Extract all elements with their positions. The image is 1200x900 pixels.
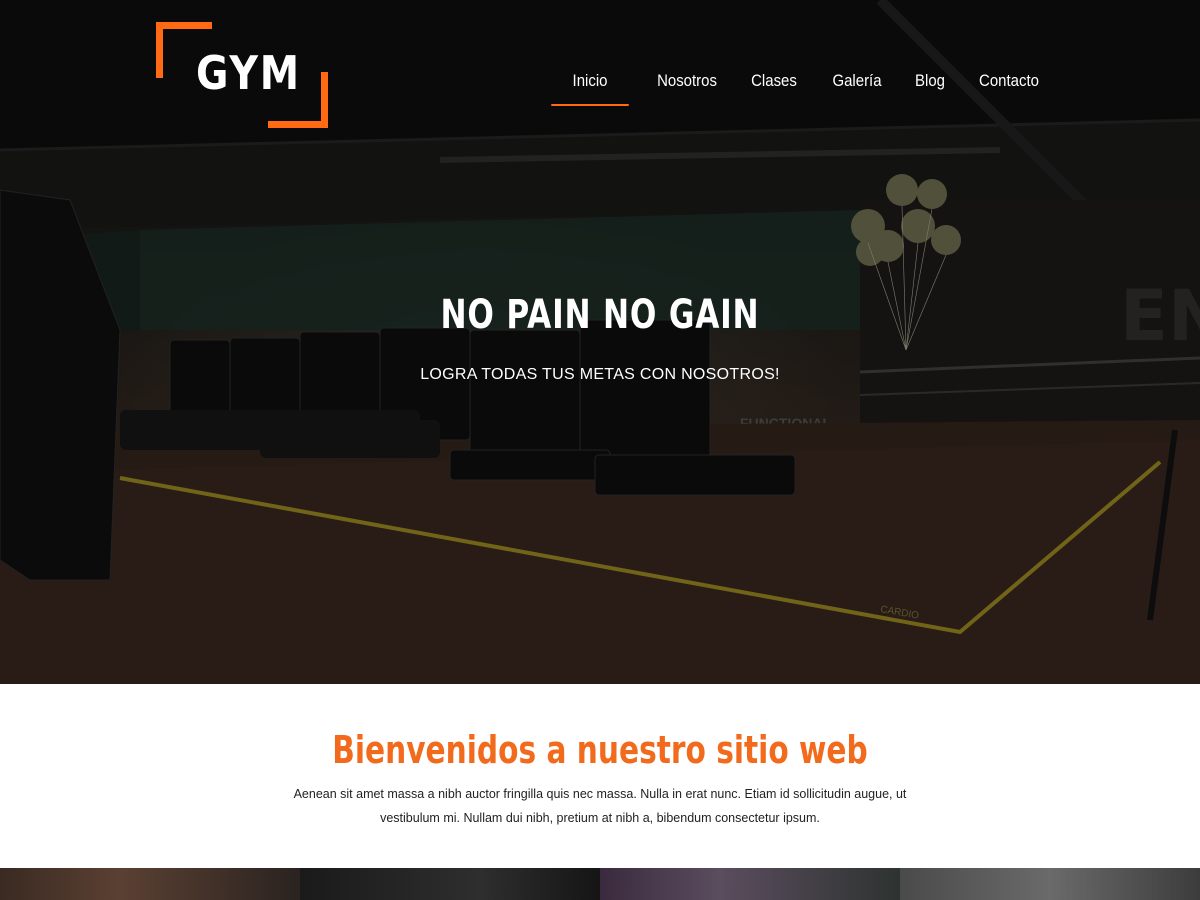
nav-item-blog[interactable]: Blog: [912, 66, 947, 106]
nav-item-contacto[interactable]: Contacto: [978, 66, 1040, 106]
nav-item-galeria[interactable]: Galería: [831, 66, 882, 106]
nav-item-nosotros[interactable]: Nosotros: [653, 66, 722, 106]
hero-title: NO PAIN NO GAIN: [440, 292, 760, 338]
welcome-title: Bienvenidos a nuestro sitio web: [332, 728, 868, 772]
gallery-photo-2[interactable]: [300, 868, 600, 900]
logo-text: GYM: [196, 46, 301, 100]
gallery-photo-4[interactable]: [900, 868, 1200, 900]
gallery-photo-1[interactable]: [0, 868, 300, 900]
gallery-photo-3[interactable]: [600, 868, 900, 900]
gallery-strip: [0, 868, 1200, 900]
nav-item-inicio[interactable]: Inicio: [551, 66, 629, 106]
welcome-text: Aenean sit amet massa a nibh auctor frin…: [293, 787, 907, 825]
gym-logo[interactable]: GYM: [156, 22, 328, 128]
main-navigation: Inicio Nosotros Clases Galería Blog Cont…: [551, 66, 1040, 108]
nav-item-clases[interactable]: Clases: [749, 66, 798, 106]
hero-subtitle: LOGRA TODAS TUS METAS CON NOSOTROS!: [420, 366, 780, 383]
welcome-section: Bienvenidos a nuestro sitio web Aenean s…: [0, 684, 1200, 868]
hero-banner: EN FUNCTIONAL CARDIO GYM Inicio Nosotros…: [0, 0, 1200, 684]
